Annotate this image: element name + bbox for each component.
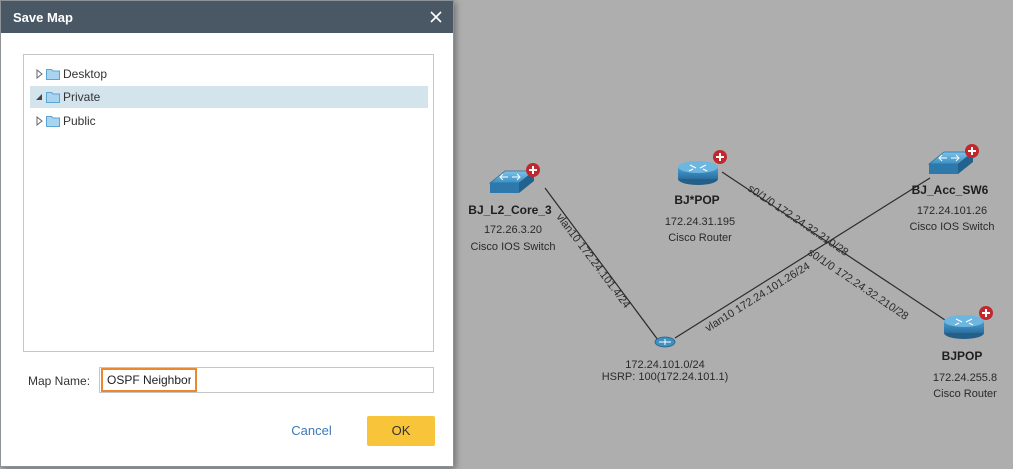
link-label-subnet-to-acc: vlan10 172.24.101.26/24 [703,260,812,334]
expand-badge-icon[interactable] [965,144,979,158]
tree-item-private[interactable]: Private [30,86,428,108]
tree-item-label: Private [63,90,101,104]
device-name: BJ_Acc_SW6 [912,183,989,197]
device-bj-star-pop[interactable]: BJ*POP 172.24.31.195 Cisco Router [665,150,735,244]
ok-button[interactable]: OK [367,416,435,446]
device-ip: 172.26.3.20 [484,224,542,236]
expand-arrow-icon[interactable] [34,116,44,126]
link-label-starpop-bjpop-1: s0/1/0 172.24.32.210/28 [745,183,850,259]
switch-icon [488,170,536,193]
tree-item-label: Public [63,114,96,128]
device-type: Cisco Router [933,388,997,400]
map-name-input[interactable] [101,368,197,392]
folder-icon [46,116,60,127]
expand-arrow-icon[interactable] [34,69,44,79]
device-bj-l2-core-3[interactable]: BJ_L2_Core_3 172.26.3.20 Cisco IOS Switc… [468,163,555,253]
device-name: BJ_L2_Core_3 [468,203,552,217]
expand-badge-icon[interactable] [526,163,540,177]
dialog-header[interactable]: Save Map [1,1,453,33]
folder-icon [46,92,60,103]
dialog-title: Save Map [13,10,73,25]
link-label-core-to-subnet: vlan10 172.24.101.4/24 [554,212,633,311]
cancel-button[interactable]: Cancel [279,417,344,445]
close-icon[interactable] [427,8,445,26]
device-ip: 172.24.31.195 [665,216,735,228]
subnet-name: 172.24.101.0/24 [625,359,705,371]
device-name: BJ*POP [674,193,719,207]
expand-badge-icon[interactable] [979,306,993,320]
subnet-hsrp: HSRP: 100(172.24.101.1) [602,371,729,383]
device-ip: 172.24.255.8 [933,372,997,384]
map-name-label: Map Name: [28,374,91,388]
switch-icon [927,151,975,174]
expand-badge-icon[interactable] [713,150,727,164]
tree-item-public[interactable]: Public [30,110,428,132]
collapse-arrow-icon[interactable] [34,92,44,102]
save-map-dialog: Save Map Desktop Private Public Map Name… [0,0,454,467]
tree-item-desktop[interactable]: Desktop [30,63,428,85]
device-bjpop[interactable]: BJPOP 172.24.255.8 Cisco Router [933,306,997,400]
link-label-starpop-bjpop-2: s0/1/0 172.24.32.210/28 [805,247,910,323]
device-type: Cisco IOS Switch [471,241,556,253]
device-type: Cisco Router [668,232,732,244]
map-name-field[interactable] [99,367,434,393]
router-icon [944,315,984,339]
tree-item-label: Desktop [63,67,108,81]
router-icon [678,161,718,185]
subnet-node[interactable]: 172.24.101.0/24 HSRP: 100(172.24.101.1) [602,336,729,383]
link-lines [544,171,946,341]
device-type: Cisco IOS Switch [910,221,995,233]
folder-icon [46,69,60,80]
device-bj-acc-sw6[interactable]: BJ_Acc_SW6 172.24.101.26 Cisco IOS Switc… [910,144,995,233]
folder-tree[interactable]: Desktop Private Public [23,54,434,352]
device-ip: 172.24.101.26 [917,205,987,217]
subnet-icon [654,336,676,348]
device-name: BJPOP [942,349,983,363]
